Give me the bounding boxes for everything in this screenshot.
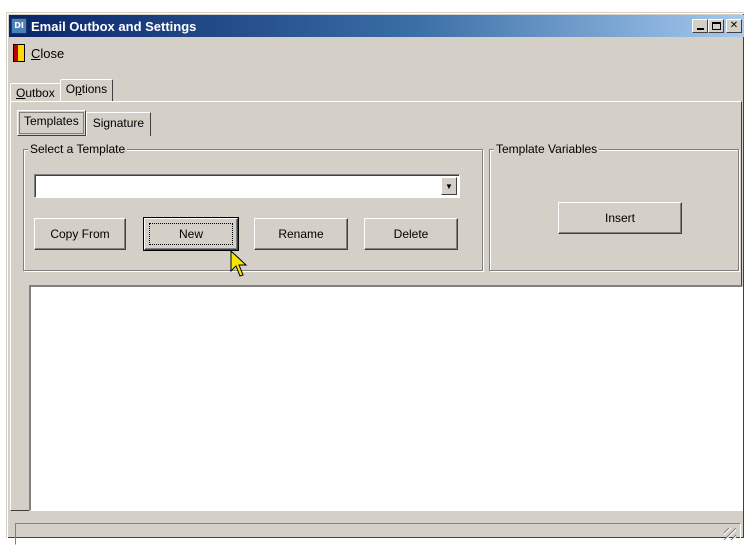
rename-label: Rename	[278, 227, 324, 241]
delete-button[interactable]: Delete	[364, 218, 458, 250]
exit-door-icon[interactable]	[13, 44, 25, 62]
minimize-icon	[696, 28, 704, 30]
select-template-group: Select a Template ▼ Copy From New Rename…	[23, 142, 483, 271]
tab-templates[interactable]: Templates	[17, 110, 86, 136]
maximize-button[interactable]	[708, 19, 724, 33]
close-menu-button[interactable]: Close	[31, 46, 64, 61]
caption-buttons: ✕	[692, 19, 742, 33]
delete-label: Delete	[393, 227, 429, 241]
email-outbox-window: DI Email Outbox and Settings ✕ Close Out…	[6, 12, 744, 545]
title-bar[interactable]: DI Email Outbox and Settings ✕	[9, 15, 744, 37]
template-variables-legend: Template Variables	[494, 142, 600, 156]
insert-button[interactable]: Insert	[558, 202, 682, 234]
app-icon: DI	[11, 18, 27, 34]
resize-grip-icon[interactable]	[724, 528, 736, 540]
status-bar	[15, 523, 741, 545]
dropdown-arrow-icon[interactable]: ▼	[441, 177, 457, 195]
options-subtabs: Templates Signature	[17, 110, 152, 136]
tab-options[interactable]: Options	[59, 79, 114, 101]
new-button[interactable]: New	[143, 217, 239, 251]
select-template-legend: Select a Template	[28, 142, 128, 156]
tab-outbox[interactable]: Outbox	[10, 83, 61, 101]
close-icon: ✕	[729, 20, 739, 31]
focus-indicator	[149, 223, 233, 245]
close-window-button[interactable]: ✕	[726, 19, 742, 33]
rename-button[interactable]: Rename	[254, 218, 348, 250]
template-select[interactable]: ▼	[34, 174, 460, 198]
window-title: Email Outbox and Settings	[31, 18, 197, 34]
template-editor[interactable]	[29, 285, 743, 511]
mouse-pointer-icon	[230, 249, 248, 277]
copy-from-button[interactable]: Copy From	[34, 218, 126, 250]
template-variables-group: Template Variables Insert	[489, 142, 739, 271]
minimize-button[interactable]	[692, 19, 708, 33]
maximize-icon	[711, 22, 721, 30]
tab-signature[interactable]: Signature	[85, 112, 152, 136]
toolbar: Close	[13, 41, 64, 65]
insert-label: Insert	[604, 211, 635, 225]
copy-from-label: Copy From	[50, 227, 110, 241]
main-tabs: Outbox Options	[10, 79, 114, 101]
